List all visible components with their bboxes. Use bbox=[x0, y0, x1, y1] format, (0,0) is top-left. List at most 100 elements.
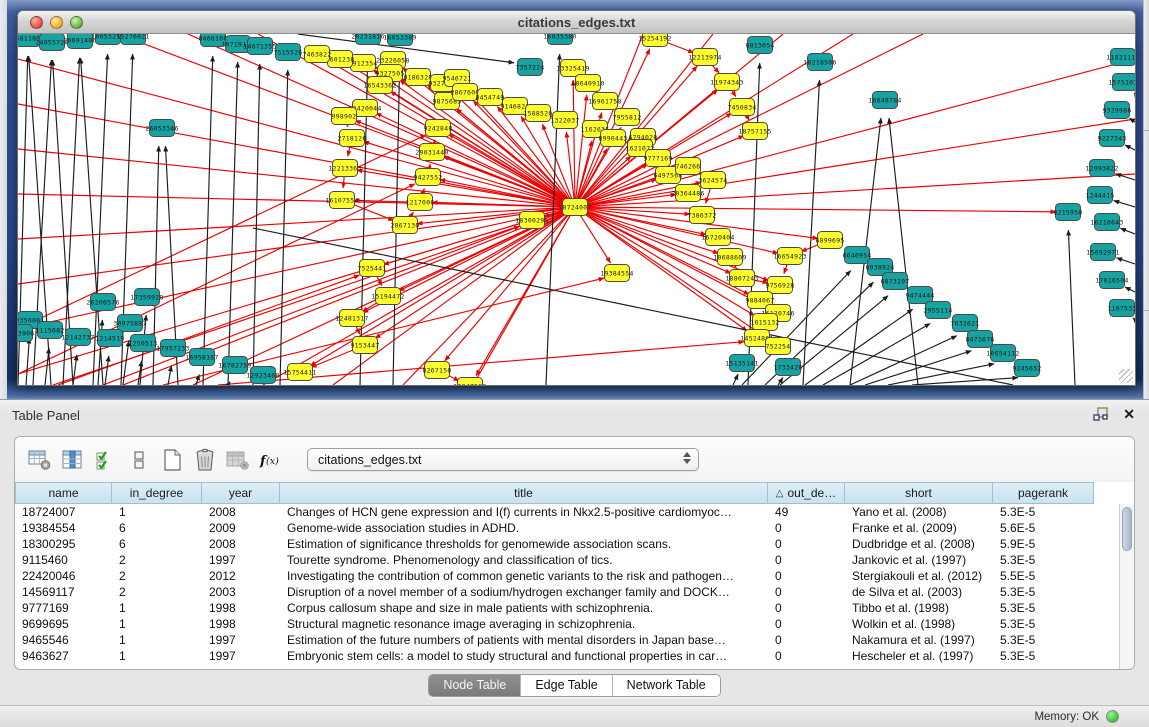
cell-out_degree[interactable]: 0 bbox=[768, 536, 845, 552]
graph-node[interactable]: 15276021 bbox=[116, 34, 149, 45]
cell-in_degree[interactable]: 6 bbox=[112, 520, 202, 536]
cell-pagerank[interactable]: 5.3E-5 bbox=[993, 552, 1094, 568]
cell-name[interactable]: 9465546 bbox=[15, 632, 112, 648]
network-canvas[interactable]: 1872400723226058932750589123549601238746… bbox=[18, 34, 1135, 385]
graph-node[interactable]: 15194472 bbox=[371, 288, 404, 305]
cell-year[interactable]: 1997 bbox=[202, 648, 280, 664]
graph-node[interactable]: 9756928 bbox=[765, 277, 794, 294]
graph-node[interactable]: 9153447 bbox=[350, 337, 379, 354]
graph-node[interactable]: 18300295 bbox=[515, 212, 548, 229]
graph-node[interactable]: 1217006 bbox=[405, 194, 434, 211]
tab-node-table[interactable]: Node Table bbox=[429, 675, 520, 696]
cell-name[interactable]: 9699695 bbox=[15, 616, 112, 632]
graph-node[interactable]: 9245652 bbox=[1012, 360, 1041, 377]
graph-node[interactable]: 16543362 bbox=[363, 77, 396, 94]
cell-out_degree[interactable]: 0 bbox=[768, 632, 845, 648]
cell-year[interactable]: 2012 bbox=[202, 568, 280, 584]
select-columns-icon[interactable] bbox=[89, 445, 122, 475]
graph-node[interactable]: 15754411 bbox=[283, 364, 316, 381]
cell-out_degree[interactable]: 0 bbox=[768, 584, 845, 600]
cell-title[interactable]: Estimation of the future numbers of pati… bbox=[280, 632, 768, 648]
column-header-title[interactable]: title bbox=[280, 482, 768, 504]
cell-in_degree[interactable]: 6 bbox=[112, 536, 202, 552]
cell-year[interactable]: 1998 bbox=[202, 600, 280, 616]
cell-short[interactable]: Franke et al. (2009) bbox=[845, 520, 993, 536]
table-row[interactable]: 946362711997Embryonic stem cells: a mode… bbox=[15, 648, 1119, 664]
cell-out_degree[interactable]: 0 bbox=[768, 568, 845, 584]
cell-title[interactable]: Genome-wide association studies in ADHD. bbox=[280, 520, 768, 536]
cell-short[interactable]: Wolkin et al. (1998) bbox=[845, 616, 993, 632]
cell-pagerank[interactable]: 5.6E-5 bbox=[993, 520, 1094, 536]
graph-node[interactable]: 3624574 bbox=[698, 172, 727, 189]
close-panel-icon[interactable]: ✕ bbox=[1123, 406, 1135, 422]
table-column-icon[interactable] bbox=[56, 445, 89, 475]
graph-node[interactable]: 6873197 bbox=[880, 273, 909, 290]
graph-node[interactable]: 17016504 bbox=[1095, 272, 1128, 289]
graph-node[interactable]: 20364486 bbox=[671, 185, 704, 202]
tab-edge-table[interactable]: Edge Table bbox=[520, 675, 611, 696]
graph-node[interactable]: 16053389 bbox=[383, 34, 416, 46]
graph-node[interactable]: 3313906 bbox=[18, 325, 35, 342]
cell-pagerank[interactable]: 5.3E-5 bbox=[993, 584, 1094, 600]
cell-in_degree[interactable]: 1 bbox=[112, 504, 202, 520]
cell-year[interactable]: 2009 bbox=[202, 520, 280, 536]
graph-node[interactable]: 18724007 bbox=[558, 199, 591, 216]
graph-node[interactable]: 7357224 bbox=[515, 59, 544, 76]
graph-node[interactable]: 2867130 bbox=[390, 217, 419, 234]
graph-node[interactable]: 16210643 bbox=[1090, 214, 1123, 231]
cell-year[interactable]: 2008 bbox=[202, 504, 280, 520]
cell-title[interactable]: Disruption of a novel member of a sodium… bbox=[280, 584, 768, 600]
resize-grip[interactable] bbox=[1119, 369, 1133, 383]
graph-node[interactable]: 998902 bbox=[332, 108, 357, 125]
graph-node[interactable]: 18807243 bbox=[725, 270, 758, 287]
table-row[interactable]: 1938455462009Genome-wide association stu… bbox=[15, 520, 1119, 536]
cell-name[interactable]: 22420046 bbox=[15, 568, 112, 584]
graph-node[interactable]: 15135141 bbox=[725, 355, 758, 372]
graph-node[interactable]: 9427552 bbox=[413, 169, 442, 186]
column-header-short[interactable]: short bbox=[845, 482, 993, 504]
cell-pagerank[interactable]: 5.9E-5 bbox=[993, 536, 1094, 552]
graph-node[interactable]: 1167533 bbox=[1107, 300, 1135, 317]
graph-node[interactable]: 16648784 bbox=[868, 92, 901, 109]
graph-node[interactable]: 2718126 bbox=[337, 130, 366, 147]
cell-year[interactable]: 1997 bbox=[202, 552, 280, 568]
cell-short[interactable]: Yano et al. (2008) bbox=[845, 504, 993, 520]
graph-node[interactable]: 12213974 bbox=[688, 49, 721, 66]
graph-node[interactable]: 1244415 bbox=[1085, 187, 1114, 204]
graph-node[interactable]: 10654112 bbox=[986, 345, 1019, 362]
graph-node[interactable]: 16720404 bbox=[701, 229, 734, 246]
column-header-out_degree[interactable]: △out_de… bbox=[768, 482, 845, 504]
graph-node[interactable]: 15751074 bbox=[1108, 74, 1135, 91]
graph-node[interactable]: 7632621 bbox=[950, 315, 979, 332]
graph-node[interactable]: 7450834 bbox=[727, 99, 756, 116]
function-builder-icon[interactable]: f(x) bbox=[254, 445, 287, 475]
graph-node[interactable]: 7525441 bbox=[357, 260, 386, 277]
cell-title[interactable]: Changes of HCN gene expression and I(f) … bbox=[280, 504, 768, 520]
graph-node[interactable]: 16654923 bbox=[773, 248, 806, 265]
graph-node[interactable]: 7463822 bbox=[302, 46, 331, 63]
graph-node[interactable]: 6899695 bbox=[815, 232, 844, 249]
cell-pagerank[interactable]: 5.5E-5 bbox=[993, 568, 1094, 584]
cell-name[interactable]: 14569117 bbox=[15, 584, 112, 600]
table-row[interactable]: 1872400712008Changes of HCN gene express… bbox=[15, 504, 1119, 520]
cell-pagerank[interactable]: 5.3E-5 bbox=[993, 632, 1094, 648]
new-table-icon[interactable] bbox=[155, 445, 188, 475]
cell-short[interactable]: Tibbo et al. (1998) bbox=[845, 600, 993, 616]
graph-node[interactable]: 19384554 bbox=[600, 265, 633, 282]
graph-node[interactable]: 1214519 bbox=[95, 330, 124, 347]
graph-node[interactable]: 13325419 bbox=[556, 60, 589, 77]
graph-node[interactable]: 18218506 bbox=[803, 54, 836, 71]
cell-out_degree[interactable]: 0 bbox=[768, 616, 845, 632]
table-row[interactable]: 946554611997Estimation of the future num… bbox=[15, 632, 1119, 648]
vertical-scrollbar[interactable] bbox=[1119, 504, 1134, 669]
graph-node[interactable]: 12213363 bbox=[328, 160, 361, 177]
graph-node[interactable]: 9227343 bbox=[1097, 130, 1126, 147]
cell-in_degree[interactable]: 2 bbox=[112, 568, 202, 584]
cell-out_degree[interactable]: 0 bbox=[768, 648, 845, 664]
table-row[interactable]: 911546021997Tourette syndrome. Phenomeno… bbox=[15, 552, 1119, 568]
graph-node[interactable]: 1615132 bbox=[750, 314, 779, 331]
cell-year[interactable]: 2008 bbox=[202, 536, 280, 552]
graph-node[interactable]: 11821111 bbox=[1106, 49, 1135, 66]
graph-node[interactable]: 1322037 bbox=[550, 112, 579, 129]
graph-node[interactable]: 17359928 bbox=[130, 289, 163, 306]
